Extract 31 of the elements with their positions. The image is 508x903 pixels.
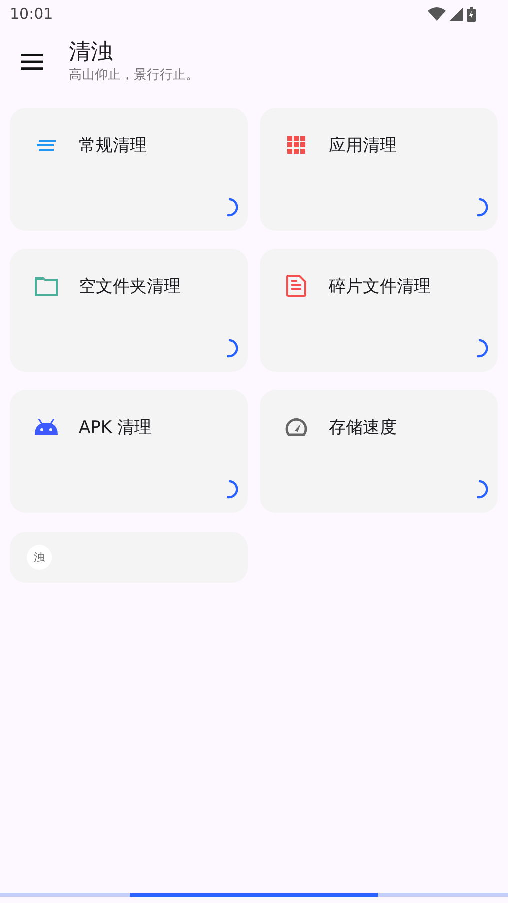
loading-spinner-icon [227, 339, 238, 358]
card-title: 空文件夹清理 [79, 276, 181, 298]
loading-spinner-icon [477, 198, 488, 217]
battery-icon [467, 6, 476, 22]
feature-card[interactable]: 存储速度 [260, 390, 498, 513]
gauge-icon [284, 418, 309, 436]
feature-card[interactable]: 常规清理 [10, 108, 248, 231]
card-title: 存储速度 [329, 416, 397, 438]
loading-spinner-icon [477, 480, 488, 499]
card-title: 常规清理 [79, 134, 147, 156]
app-subtitle: 高山仰止，景行行止。 [69, 67, 199, 85]
wifi-icon [428, 7, 446, 21]
lines-icon [34, 140, 59, 150]
feature-card[interactable]: APK 清理 [10, 390, 248, 513]
feature-card[interactable]: 空文件夹清理 [10, 249, 248, 372]
app-title: 清浊 [69, 39, 114, 67]
android-icon [34, 419, 59, 435]
menu-icon[interactable] [21, 54, 43, 70]
loading-spinner-icon [227, 198, 238, 217]
card-title: 碎片文件清理 [329, 276, 431, 298]
feature-card[interactable]: 应用清理 [260, 108, 498, 231]
feature-card[interactable]: 碎片文件清理 [260, 249, 498, 372]
loading-spinner-icon [227, 480, 238, 499]
signal-icon [450, 8, 463, 20]
card-title: 应用清理 [329, 134, 397, 156]
status-time: 10:01 [10, 5, 54, 23]
card-title: APK 清理 [79, 416, 152, 438]
document-icon [284, 275, 309, 297]
app-logo: 浊 [27, 545, 52, 570]
loading-spinner-icon [477, 339, 488, 358]
folder-icon [34, 276, 59, 296]
